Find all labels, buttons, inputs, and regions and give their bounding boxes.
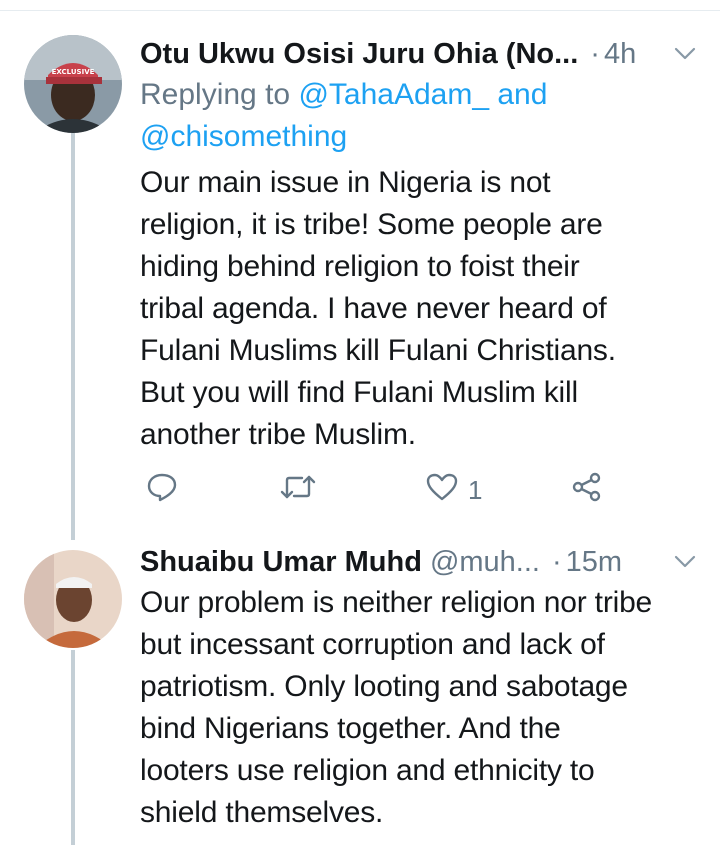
tweet-text-line: bind Nigerians together. And the [140,712,561,745]
reply-button[interactable] [146,468,178,512]
tweet-text: Our main issue in Nigeria is not religio… [140,162,700,456]
separator: · [590,37,600,70]
tweet-text: Our problem is neither religion nor trib… [140,582,700,834]
reply-icon [146,472,178,509]
handle[interactable]: @muh... [430,546,540,579]
top-divider [0,10,720,11]
tweet-header: Shuaibu Umar Muhd @muh... · 15m [140,542,696,582]
mention-link[interactable]: @chisomething [140,120,347,153]
display-name[interactable]: Shuaibu Umar Muhd [140,546,422,579]
tweet-text-line: patriotism. Only looting and sabotage [140,670,628,703]
tweet-text-line: Fulani Muslims kill Fulani Christians. [140,334,616,367]
chevron-down-icon[interactable] [674,47,696,61]
tweet-text-line: looters use religion and ethnicity to [140,754,595,787]
tweet-text-line: but incessant corruption and lack of [140,628,605,661]
share-button[interactable] [572,468,602,512]
tweet-actions: 1 [140,468,620,512]
tweet-text-line: Our main issue in Nigeria is not [140,166,551,199]
avatar-otu[interactable]: EXCLUSIVE [24,35,122,133]
thread-line [71,115,75,540]
timestamp[interactable]: 4h [604,38,636,71]
tweet-2[interactable]: Shuaibu Umar Muhd @muh... · 15m Our prob… [0,540,720,845]
tweet-text-line: religion, it is tribe! Some people are [140,208,603,241]
tweet-text-line: shield themselves. [140,796,384,829]
avatar-cap-text: EXCLUSIVE [52,68,95,76]
avatar-shuaibu[interactable] [24,550,122,648]
thread-line [71,650,75,845]
tweet-text-line: But you will find Fulani Muslim kill [140,376,578,409]
display-name[interactable]: Otu Ukwu Osisi Juru Ohia (No... [140,38,578,71]
timestamp[interactable]: 15m [566,546,622,579]
like-count: 1 [468,474,483,505]
chevron-down-icon[interactable] [674,555,696,569]
mention-link[interactable]: @TahaAdam_ [298,78,489,111]
retweet-icon [280,473,316,508]
replying-to: Replying to @TahaAdam_ and @chisomething [140,74,660,158]
tweet-text-line: another tribe Muslim. [140,418,416,451]
tweet-header: Otu Ukwu Osisi Juru Ohia (No... · 4h [140,34,696,74]
tweet-text-line: tribal agenda. I have never heard of [140,292,607,325]
like-button[interactable]: 1 [426,468,482,512]
retweet-button[interactable] [280,468,316,512]
tweet-text-line: hiding behind religion to foist their [140,250,580,283]
tweet-text-line: Our problem is neither religion nor trib… [140,586,653,619]
mention-and[interactable]: and [497,78,547,111]
replying-to-label: Replying to [140,78,291,111]
tweet-1[interactable]: EXCLUSIVE Otu Ukwu Osisi Juru Ohia (No..… [0,20,720,540]
separator: · [551,545,562,578]
heart-icon [426,473,458,508]
share-icon [572,472,602,509]
